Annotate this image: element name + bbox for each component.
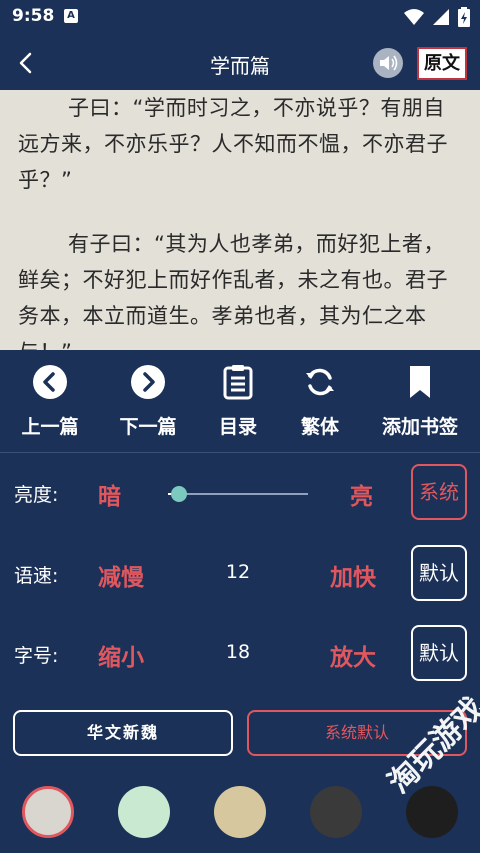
- add-bookmark-label: 添加书签: [381, 416, 458, 438]
- theme-swatch-green[interactable]: [118, 786, 170, 838]
- speech-rate-label: 语速:: [14, 565, 59, 587]
- signal-icon: [433, 9, 449, 25]
- brightness-row: 亮度: 暗 亮 系统: [0, 462, 480, 522]
- paragraph: 子曰：“学而时习之，不亦说乎？有朋自远方来，不亦乐乎？人不知而不愠，不亦君子乎？…: [18, 96, 448, 192]
- font-size-decrease-button[interactable]: 缩小: [98, 638, 144, 672]
- chevron-right-circle-icon: [131, 365, 165, 399]
- speaker-icon: [380, 55, 398, 71]
- font-size-row: 字号: 缩小 18 放大 默认: [0, 623, 480, 683]
- theme-swatch-tan[interactable]: [214, 786, 266, 838]
- battery-icon: [458, 7, 470, 27]
- original-text-button[interactable]: 原文: [417, 47, 467, 80]
- theme-swatch-dark[interactable]: [310, 786, 362, 838]
- prev-chapter-label: 上一篇: [21, 416, 79, 438]
- document-list-icon: [223, 365, 253, 400]
- font-huawen-xinwei-button[interactable]: 华文新魏: [13, 710, 233, 756]
- brightness-system-button[interactable]: 系统: [411, 464, 467, 520]
- paragraph: 有子曰：“其为人也孝弟，而好犯上者，鲜矣；不好犯上而好作乱者，未之有也。君子务本…: [18, 232, 448, 350]
- speech-rate-increase-button[interactable]: 加快: [330, 558, 376, 592]
- wifi-icon: [404, 9, 424, 25]
- prev-chapter-button[interactable]: 上一篇: [0, 350, 100, 448]
- brightness-label: 亮度:: [14, 484, 59, 506]
- speech-rate-decrease-button[interactable]: 减慢: [98, 558, 144, 592]
- brightness-slider-track[interactable]: [168, 493, 308, 495]
- next-chapter-button[interactable]: 下一篇: [100, 350, 196, 448]
- add-bookmark-button[interactable]: 添加书签: [360, 350, 480, 448]
- theme-swatch-gray[interactable]: [22, 786, 74, 838]
- speech-rate-row: 语速: 减慢 12 加快 默认: [0, 543, 480, 603]
- speech-rate-value: 12: [225, 561, 251, 583]
- font-size-value: 18: [225, 641, 251, 663]
- status-icons: [404, 7, 470, 27]
- reading-area: 子曰：“学而时习之，不亦说乎？有朋自远方来，不亦乐乎？人不知而不愠，不亦君子乎？…: [0, 90, 480, 350]
- brightness-slider-thumb[interactable]: [171, 486, 188, 502]
- app-header: 学而篇 原文: [0, 36, 480, 90]
- status-bar: 9:58 A: [0, 0, 480, 36]
- next-chapter-label: 下一篇: [119, 416, 177, 438]
- toc-label: 目录: [218, 416, 257, 438]
- page-title: 学而篇: [210, 54, 270, 78]
- speech-rate-default-button[interactable]: 默认: [411, 545, 467, 601]
- reader-toolbar: 上一篇 下一篇 目录 繁体 添加书签: [0, 350, 480, 448]
- font-size-increase-button[interactable]: 放大: [330, 638, 376, 672]
- divider: [0, 452, 480, 453]
- refresh-icon: [306, 368, 334, 396]
- chevron-left-circle-icon: [33, 365, 67, 399]
- brightness-dark-label: 暗: [98, 484, 121, 510]
- speaker-button[interactable]: [373, 48, 403, 78]
- status-time: 9:58: [12, 6, 55, 26]
- toc-button[interactable]: 目录: [196, 350, 280, 448]
- font-size-default-button[interactable]: 默认: [411, 625, 467, 681]
- traditional-label: 繁体: [300, 416, 339, 438]
- bookmark-icon: [410, 366, 430, 398]
- notification-icon: A: [64, 9, 78, 23]
- traditional-button[interactable]: 繁体: [280, 350, 360, 448]
- brightness-bright-label: 亮: [350, 484, 373, 510]
- font-size-label: 字号:: [14, 645, 59, 667]
